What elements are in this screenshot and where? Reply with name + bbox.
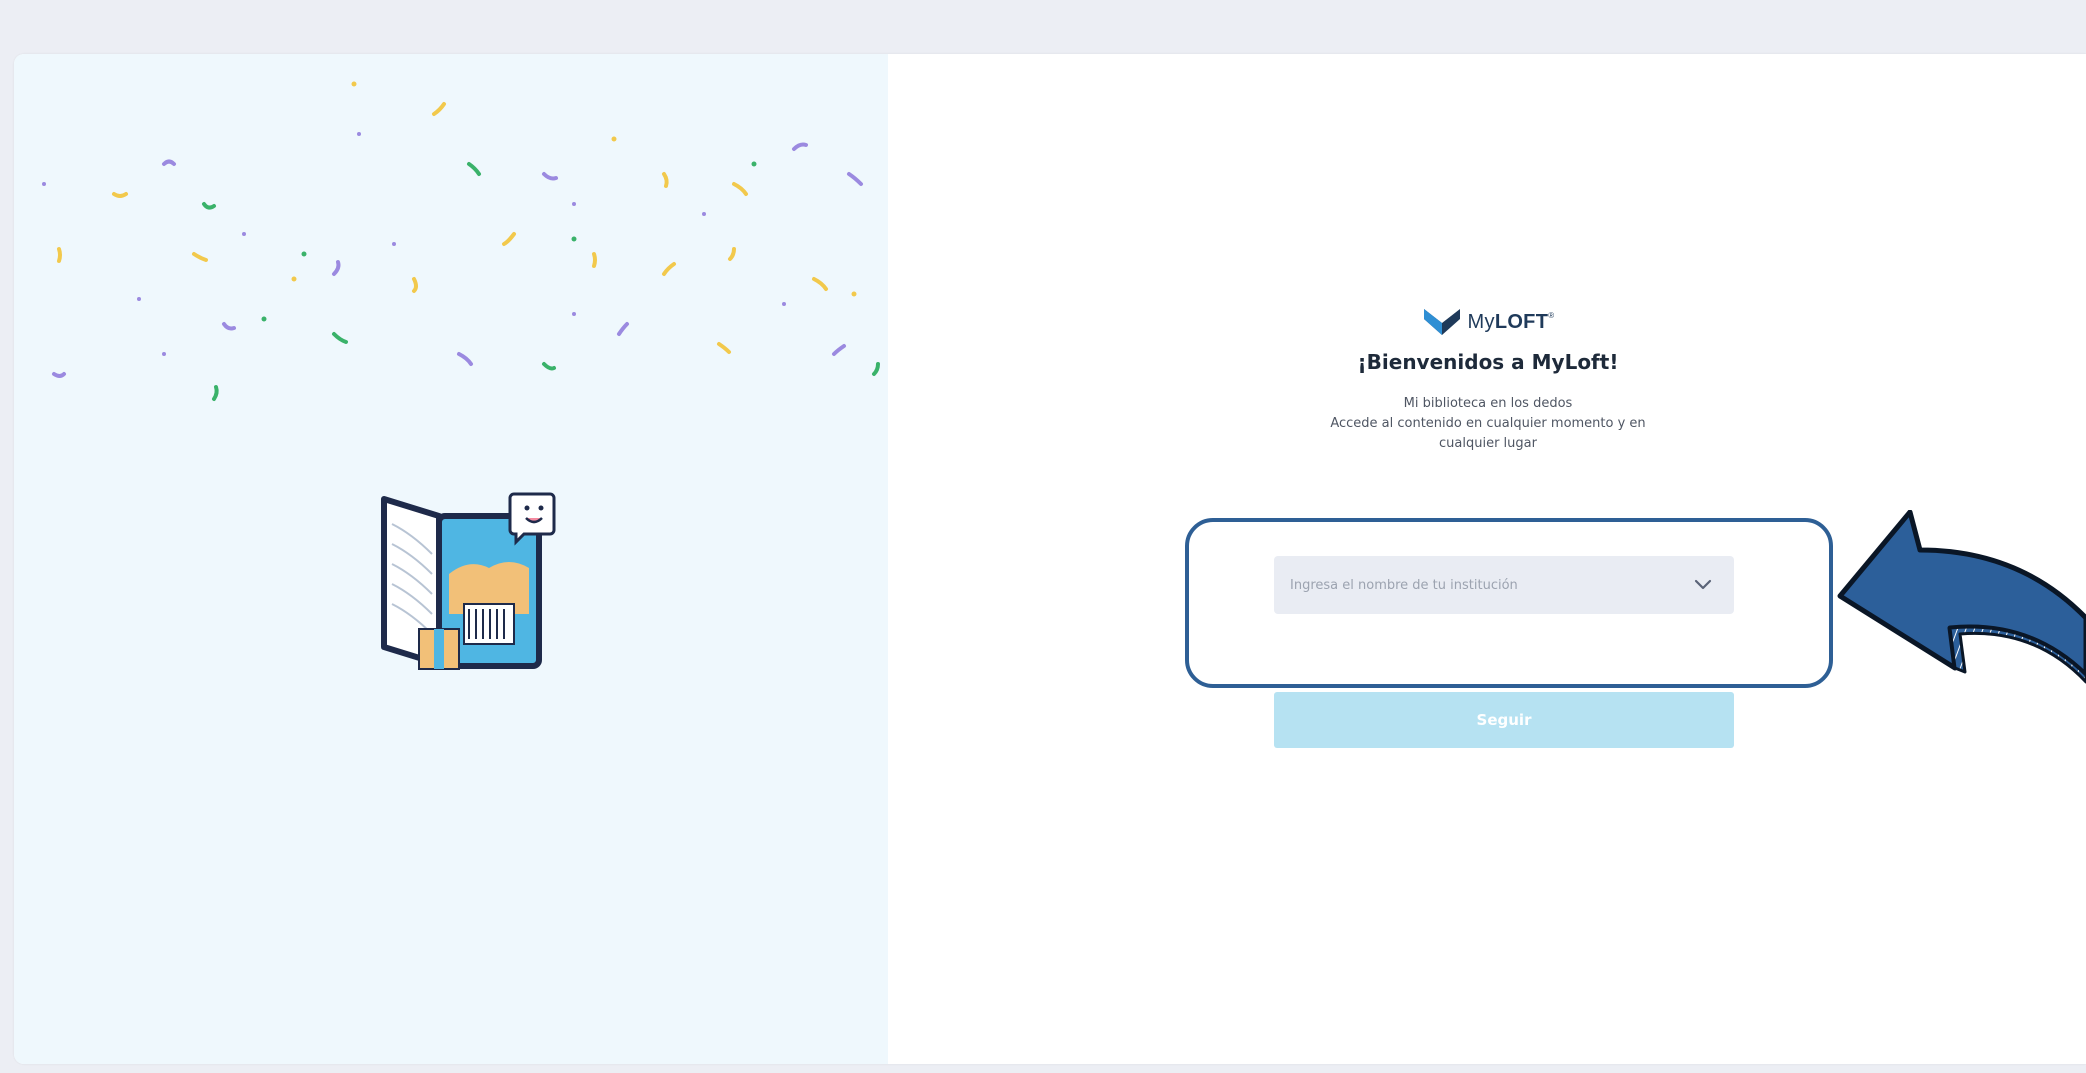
- myloft-logo-icon: [1423, 309, 1460, 335]
- brand-logo: MyLOFT®: [1248, 304, 1728, 340]
- institution-select-placeholder: Ingresa el nombre de tu institución: [1290, 577, 1518, 593]
- subtitle-line: Mi biblioteca en los dedos: [1403, 396, 1573, 411]
- illustration-panel: [14, 54, 888, 1064]
- institution-select[interactable]: Ingresa el nombre de tu institución: [1274, 556, 1734, 614]
- chevron-down-icon: [1694, 579, 1712, 590]
- continue-button[interactable]: Seguir: [1274, 692, 1734, 748]
- subtitle-line: Accede al contenido en cualquier momento…: [1330, 416, 1646, 431]
- brand-name: MyLOFT®: [1467, 310, 1555, 333]
- confetti-decoration: [42, 81, 880, 401]
- welcome-title: ¡Bienvenidos a MyLoft!: [1357, 350, 1619, 374]
- annotation-arrow-icon: [1837, 510, 2086, 684]
- welcome-subtitle: Mi biblioteca en los dedos Accede al con…: [1248, 394, 1728, 454]
- login-window: MyLOFT® ¡Bienvenidos a MyLoft! Mi biblio…: [14, 54, 2086, 1064]
- subtitle-line: cualquier lugar: [1439, 436, 1537, 451]
- book-illustration: [381, 492, 556, 670]
- login-card: MyLOFT® ¡Bienvenidos a MyLoft! Mi biblio…: [1248, 304, 1728, 454]
